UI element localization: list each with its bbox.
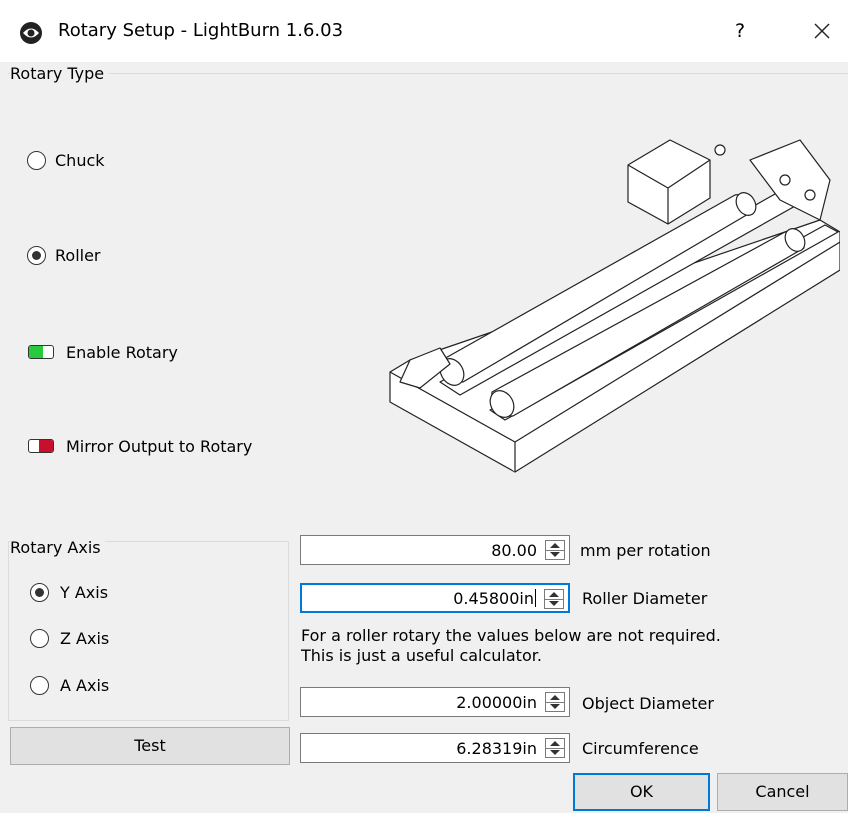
spin-buttons[interactable] bbox=[545, 692, 565, 712]
lightburn-icon bbox=[20, 22, 42, 44]
radio-z-axis-label: Z Axis bbox=[60, 629, 110, 648]
mm-per-rotation-label: mm per rotation bbox=[580, 541, 711, 560]
info-text-line1: For a roller rotary the values below are… bbox=[301, 626, 721, 645]
circumference-label: Circumference bbox=[582, 739, 699, 758]
help-button[interactable]: ? bbox=[722, 16, 758, 46]
object-diameter-value: 2.00000in bbox=[456, 692, 537, 712]
spin-buttons[interactable] bbox=[545, 738, 565, 758]
circumference-value: 6.28319in bbox=[456, 738, 537, 758]
radio-chuck[interactable] bbox=[27, 151, 46, 170]
ok-button[interactable]: OK bbox=[573, 773, 710, 811]
info-text-line2: This is just a useful calculator. bbox=[301, 646, 542, 665]
rotary-axis-title: Rotary Axis bbox=[10, 538, 105, 558]
close-button[interactable] bbox=[800, 16, 844, 46]
object-diameter-label: Object Diameter bbox=[582, 694, 714, 713]
mm-per-rotation-value: 80.00 bbox=[491, 540, 537, 560]
mirror-output-label: Mirror Output to Rotary bbox=[66, 437, 253, 456]
radio-y-axis-label: Y Axis bbox=[60, 583, 109, 602]
toggle-on-indicator bbox=[29, 346, 44, 358]
roller-rotary-illustration bbox=[389, 139, 840, 473]
window-title: Rotary Setup - LightBurn 1.6.03 bbox=[58, 20, 344, 41]
mm-per-rotation-field[interactable]: 80.00 bbox=[300, 535, 570, 565]
spin-buttons[interactable] bbox=[544, 589, 564, 609]
enable-rotary-label: Enable Rotary bbox=[66, 343, 178, 362]
spin-buttons[interactable] bbox=[545, 540, 565, 560]
enable-rotary-toggle[interactable] bbox=[28, 345, 54, 359]
close-icon bbox=[814, 23, 830, 39]
roller-diameter-field[interactable]: 0.45800in bbox=[300, 583, 570, 613]
mirror-output-toggle[interactable] bbox=[28, 439, 54, 453]
roller-diameter-label: Roller Diameter bbox=[582, 589, 708, 608]
radio-y-axis[interactable] bbox=[30, 583, 49, 602]
cancel-button[interactable]: Cancel bbox=[717, 773, 848, 811]
radio-a-axis-label: A Axis bbox=[60, 676, 110, 695]
roller-diameter-value: 0.45800in bbox=[453, 588, 534, 608]
radio-a-axis[interactable] bbox=[30, 676, 49, 695]
rotary-axis-group bbox=[8, 541, 289, 721]
rotary-type-title: Rotary Type bbox=[10, 64, 109, 84]
radio-roller-label: Roller bbox=[55, 246, 101, 265]
text-caret bbox=[535, 589, 536, 607]
test-button[interactable]: Test bbox=[10, 727, 290, 765]
radio-z-axis[interactable] bbox=[30, 629, 49, 648]
radio-chuck-label: Chuck bbox=[55, 151, 105, 170]
circumference-field[interactable]: 6.28319in bbox=[300, 733, 570, 763]
object-diameter-field[interactable]: 2.00000in bbox=[300, 687, 570, 717]
title-bar: Rotary Setup - LightBurn 1.6.03 ? bbox=[0, 0, 848, 62]
toggle-off-indicator bbox=[38, 440, 53, 452]
radio-roller[interactable] bbox=[27, 246, 46, 265]
roller-diameter-value-wrap: 0.45800in bbox=[453, 585, 536, 611]
